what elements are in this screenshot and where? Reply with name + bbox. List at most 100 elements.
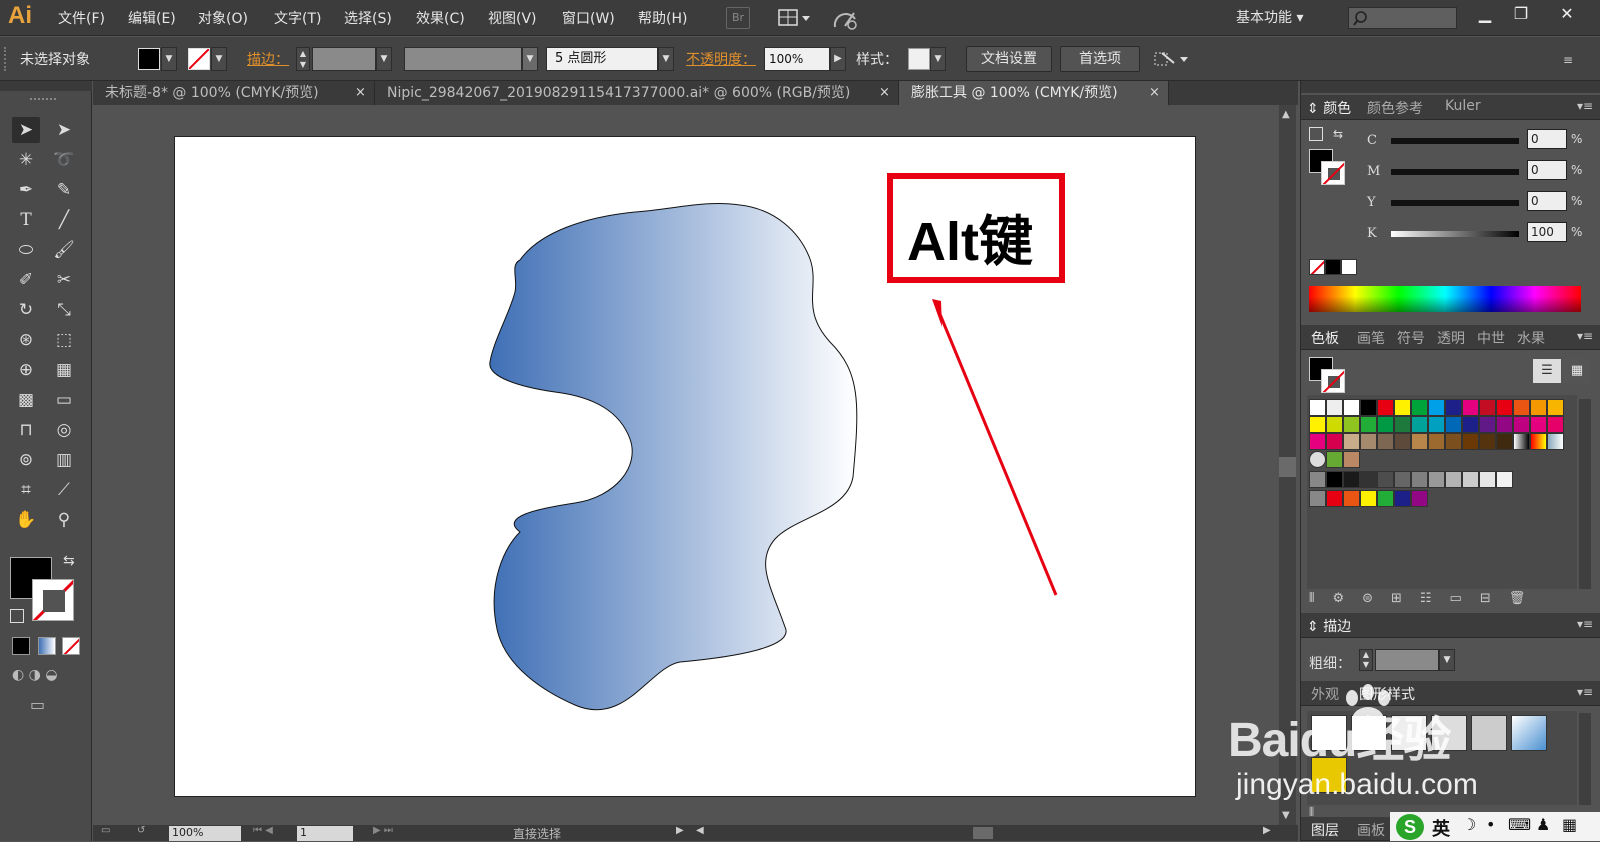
none-mode-icon[interactable] — [62, 637, 80, 655]
preferences-button[interactable]: 首选项 — [1060, 46, 1140, 72]
menu-help[interactable]: 帮助(H) — [638, 8, 687, 28]
type-tool-icon[interactable]: T — [12, 207, 40, 233]
opacity-slider-icon[interactable]: ▶ — [830, 47, 846, 71]
moon-icon[interactable]: ☽ — [1462, 815, 1476, 834]
stroke-weight-input[interactable] — [312, 47, 376, 71]
ellipse-tool-icon[interactable]: ⬭ — [12, 237, 40, 263]
artboard-tool-icon[interactable]: ⌗ — [12, 477, 40, 503]
draw-mode-icon[interactable]: ◐ ◑ ◒ — [12, 667, 82, 687]
menu-object[interactable]: 对象(O) — [198, 8, 248, 28]
document-setup-button[interactable]: 文档设置 — [966, 46, 1052, 72]
swatch-row[interactable] — [1309, 451, 1360, 468]
stroke-color-box[interactable] — [1321, 161, 1345, 185]
white-swatch[interactable] — [1341, 259, 1357, 275]
style-swatch[interactable] — [1511, 715, 1547, 751]
magenta-input[interactable]: 0 — [1527, 160, 1567, 180]
menu-edit[interactable]: 编辑(E) — [128, 8, 176, 28]
tab-brushes[interactable]: 画笔 — [1357, 328, 1385, 348]
default-colors-icon[interactable] — [1309, 127, 1323, 141]
stroke-weight-dropdown-icon[interactable]: ▼ — [376, 47, 392, 71]
ime-menu-icon[interactable]: ▦ — [1562, 815, 1577, 834]
stroke-color-box[interactable] — [1321, 369, 1345, 393]
stroke-weight-dropdown-icon[interactable]: ▼ — [1439, 649, 1455, 671]
scissors-tool-icon[interactable]: ✂ — [50, 267, 78, 293]
swap-colors-icon[interactable]: ⇆ — [1333, 127, 1343, 141]
selection-tool-icon[interactable]: ➤ — [12, 117, 40, 143]
tab-library-2[interactable]: 水果 — [1517, 328, 1545, 348]
color-spectrum[interactable] — [1309, 286, 1581, 312]
stroke-weight-stepper[interactable]: ▲ ▼ — [1359, 649, 1373, 671]
styles-scrollbar[interactable] — [1579, 713, 1591, 805]
panel-menu-icon[interactable]: ▾≡ — [1577, 617, 1593, 631]
magic-wand-tool-icon[interactable]: ✳ — [12, 147, 40, 173]
paintbrush-tool-icon[interactable]: 🖌 — [50, 237, 78, 263]
menu-file[interactable]: 文件(F) — [58, 8, 105, 28]
opacity-label[interactable]: 不透明度： — [686, 49, 756, 69]
swatch-row[interactable] — [1309, 399, 1564, 416]
perspective-grid-tool-icon[interactable]: ▦ — [50, 357, 78, 383]
tab-artboards[interactable]: 画板 — [1357, 820, 1385, 840]
rotate-view-icon[interactable]: ↺ — [137, 825, 153, 841]
status-menu-icon[interactable]: ▶ — [676, 825, 684, 836]
stroke-weight-input[interactable] — [1375, 649, 1439, 671]
variable-width-profile[interactable] — [404, 47, 522, 71]
isolate-group-icon[interactable] — [1152, 49, 1192, 69]
gradient-tool-icon[interactable]: ▭ — [50, 387, 78, 413]
close-icon[interactable]: ✕ — [1552, 3, 1582, 25]
menu-select[interactable]: 选择(S) — [344, 8, 392, 28]
last-artboard-icon[interactable]: ▶ ⏭ — [373, 825, 393, 836]
opacity-input[interactable]: 100% — [764, 47, 830, 71]
slice-tool-icon[interactable]: ⟋ — [50, 477, 78, 503]
cyan-input[interactable]: 0 — [1527, 129, 1567, 149]
zoom-tool-icon[interactable]: ⚲ — [50, 507, 78, 533]
symbol-sprayer-tool-icon[interactable]: ⊚ — [12, 447, 40, 473]
stroke-label[interactable]: 描边： — [247, 49, 289, 69]
scroll-right-icon[interactable]: ▶ — [1263, 825, 1271, 836]
stroke-stepper[interactable]: ▲ ▼ — [296, 47, 310, 71]
style-swatch[interactable] — [1471, 715, 1507, 751]
scroll-left-icon[interactable]: ◀ — [696, 825, 704, 836]
artboard-nav-icon[interactable]: ▭ — [101, 825, 127, 841]
menu-window[interactable]: 窗口(W) — [562, 8, 615, 28]
stroke-dropdown-icon[interactable]: ▼ — [211, 47, 227, 71]
tab-layers[interactable]: 图层 — [1311, 820, 1339, 840]
fill-swatch[interactable] — [138, 48, 160, 70]
black-swatch[interactable] — [1325, 259, 1341, 275]
default-colors-icon[interactable] — [10, 609, 24, 623]
panel-menu-icon[interactable]: ≡ — [1563, 53, 1573, 67]
keyboard-icon[interactable]: ⌨ — [1508, 815, 1531, 834]
swatch-row[interactable] — [1309, 490, 1428, 507]
grid-view-icon[interactable]: ▦ — [1563, 359, 1591, 383]
tab-document-1[interactable]: 未标题-8* @ 100% (CMYK/预览) × — [93, 81, 375, 105]
line-segment-tool-icon[interactable]: ╱ — [50, 207, 78, 233]
profile-dropdown-icon[interactable]: ▼ — [522, 47, 538, 71]
ime-language[interactable]: 英 — [1432, 815, 1450, 841]
black-input[interactable]: 100 — [1527, 222, 1567, 242]
panel-menu-icon[interactable]: ▾≡ — [1577, 685, 1593, 699]
tab-document-2[interactable]: Nipic_29842067_20190829115417377000.ai* … — [375, 81, 899, 105]
tab-stroke[interactable]: ⇕ 描边 — [1307, 616, 1351, 636]
arrange-documents-icon[interactable] — [778, 8, 812, 28]
mesh-tool-icon[interactable]: ▩ — [12, 387, 40, 413]
tab-swatches[interactable]: 色板 — [1311, 328, 1339, 348]
gpu-performance-icon[interactable] — [832, 7, 860, 31]
zoom-input[interactable]: 100% — [169, 826, 241, 841]
tab-library-1[interactable]: 中世 — [1477, 328, 1505, 348]
width-tool-icon[interactable]: ⊛ — [12, 327, 40, 353]
menu-effect[interactable]: 效果(C) — [416, 8, 465, 28]
bridge-button[interactable]: Br — [726, 7, 750, 29]
scroll-thumb[interactable] — [1279, 457, 1296, 477]
scroll-up-icon[interactable]: ▲ — [1282, 109, 1290, 120]
blob-brush-tool-icon[interactable]: ✐ — [12, 267, 40, 293]
restore-icon[interactable]: ❐ — [1506, 3, 1536, 25]
user-icon[interactable]: ♟ — [1536, 815, 1550, 834]
none-swatch[interactable] — [1309, 259, 1325, 275]
swatch-row[interactable] — [1309, 433, 1564, 450]
tab-color-guide[interactable]: 颜色参考 — [1367, 98, 1423, 118]
rotate-tool-icon[interactable]: ↻ — [12, 297, 40, 323]
menu-type[interactable]: 文字(T) — [274, 8, 321, 28]
artboard[interactable]: Alt键 — [174, 136, 1196, 797]
tab-symbols[interactable]: 符号 — [1397, 328, 1425, 348]
brush-definition[interactable]: 5 点圆形 — [546, 47, 658, 71]
scroll-down-icon[interactable]: ▼ — [1282, 810, 1290, 821]
